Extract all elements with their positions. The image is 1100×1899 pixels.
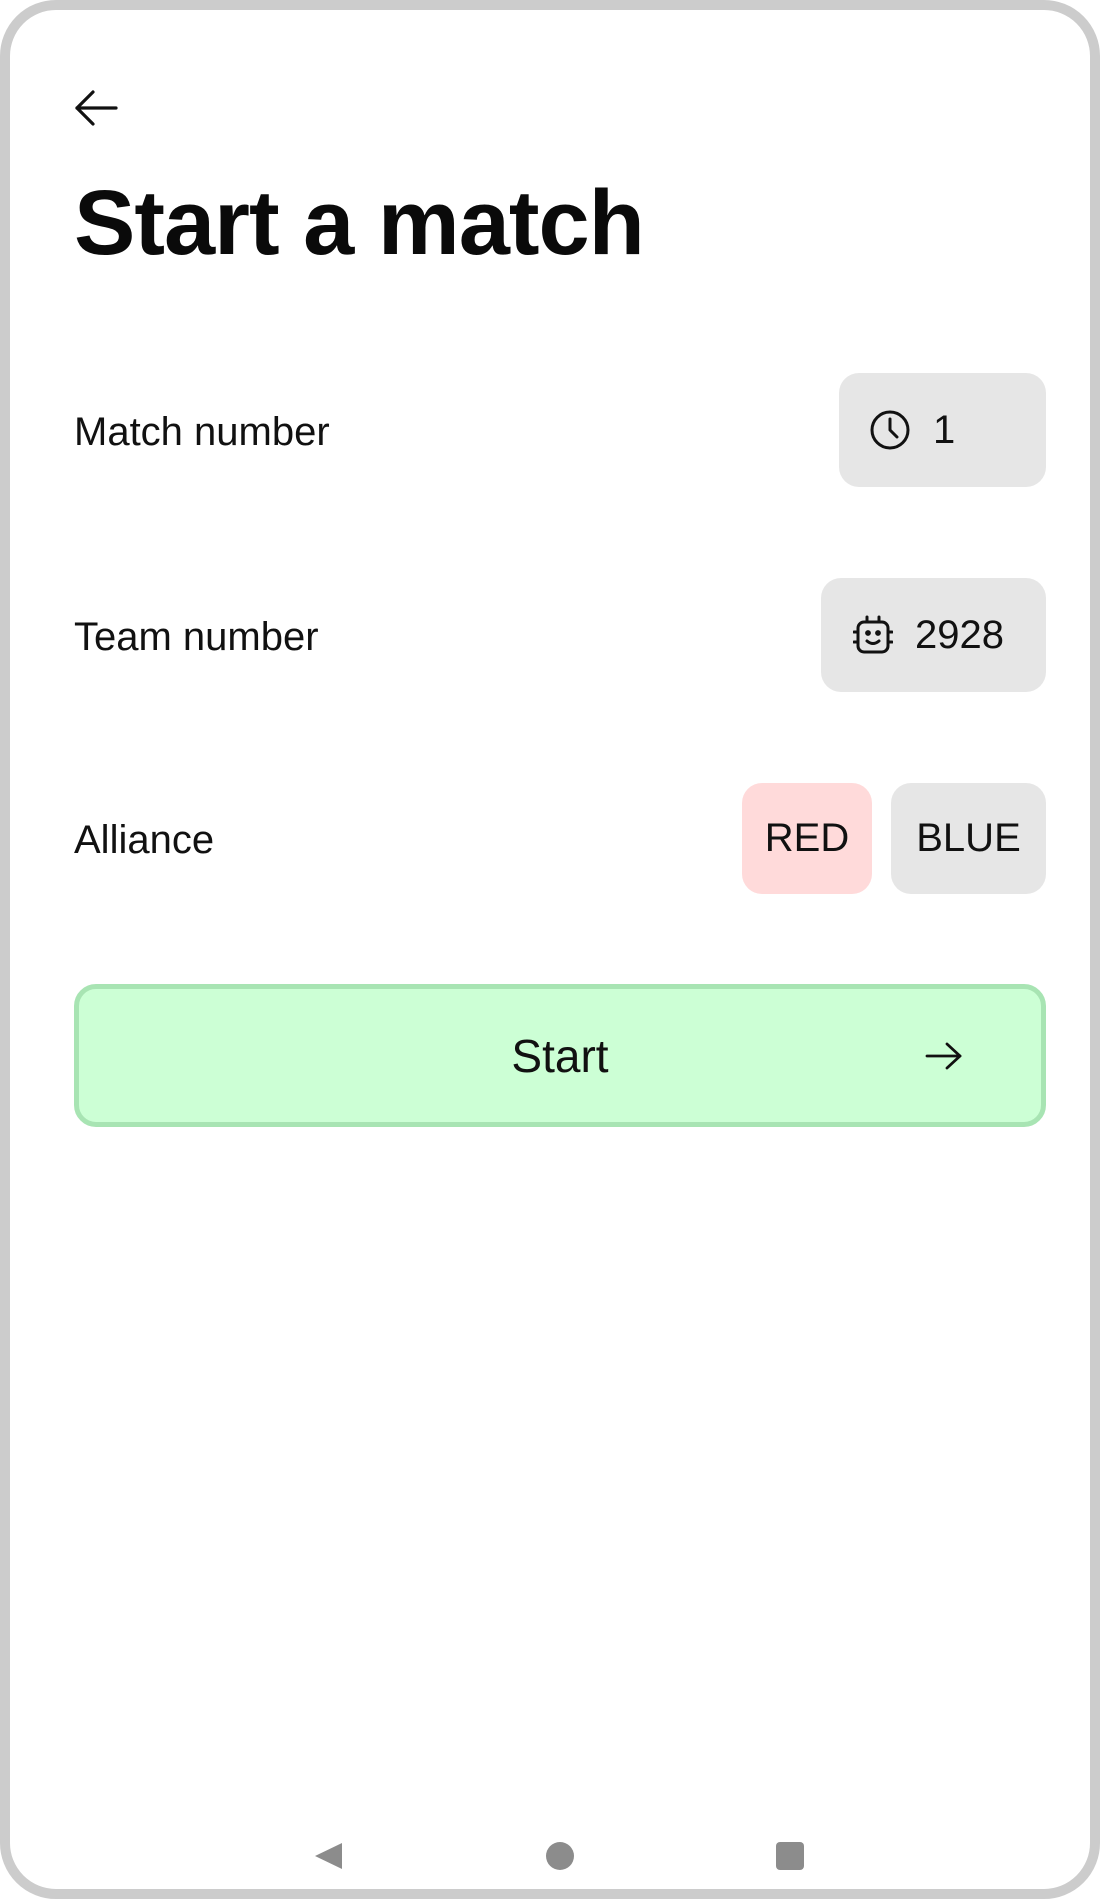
nav-home-icon[interactable] <box>546 1842 574 1870</box>
match-number-value: 1 <box>933 407 956 452</box>
device-frame: Start a match Match number 1 Team number <box>0 0 1100 1899</box>
system-nav-bar <box>10 1822 1090 1889</box>
start-button[interactable]: Start <box>74 984 1046 1127</box>
alliance-label: Alliance <box>74 818 215 862</box>
alliance-red-button[interactable]: RED <box>742 783 872 894</box>
team-number-label: Team number <box>74 615 319 659</box>
start-button-label: Start <box>511 1029 609 1082</box>
arrow-right-icon <box>925 1041 963 1071</box>
page-title: Start a match <box>74 172 645 274</box>
match-number-input[interactable]: 1 <box>839 373 1046 487</box>
arrow-left-icon <box>74 89 118 131</box>
team-number-input[interactable]: 2928 <box>821 578 1046 692</box>
match-number-label: Match number <box>74 410 330 454</box>
clock-icon <box>869 409 911 451</box>
nav-recents-icon[interactable] <box>776 1842 804 1870</box>
robot-icon <box>853 614 893 656</box>
team-number-value: 2928 <box>915 612 1004 657</box>
alliance-blue-button[interactable]: BLUE <box>891 783 1046 894</box>
back-button[interactable] <box>74 80 144 140</box>
nav-back-icon[interactable] <box>312 1840 344 1872</box>
